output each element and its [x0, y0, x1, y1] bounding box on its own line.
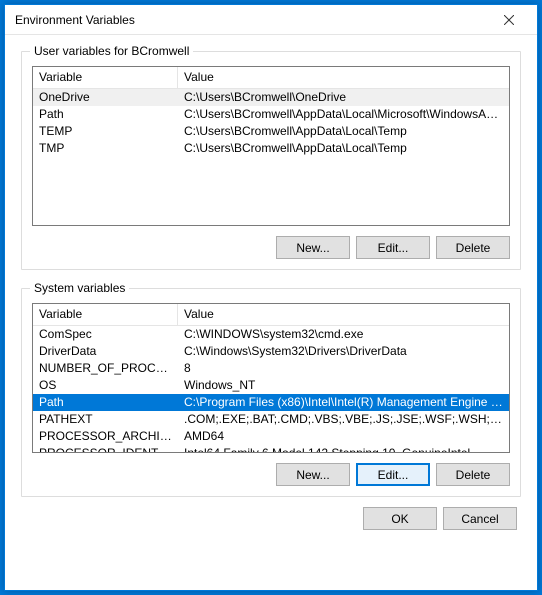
- table-row[interactable]: PROCESSOR_ARCHITECTURE AMD64: [33, 428, 509, 445]
- cell-variable: Path: [33, 394, 178, 411]
- system-variables-list[interactable]: Variable Value ComSpec C:\WINDOWS\system…: [32, 303, 510, 453]
- table-row[interactable]: TMP C:\Users\BCromwell\AppData\Local\Tem…: [33, 140, 509, 157]
- cell-value: C:\Users\BCromwell\AppData\Local\Temp: [178, 123, 509, 140]
- col-variable[interactable]: Variable: [33, 304, 178, 325]
- cell-value: .COM;.EXE;.BAT;.CMD;.VBS;.VBE;.JS;.JSE;.…: [178, 411, 509, 428]
- cell-value: C:\Users\BCromwell\AppData\Local\Microso…: [178, 106, 509, 123]
- user-delete-button[interactable]: Delete: [436, 236, 510, 259]
- cell-value: C:\Users\BCromwell\AppData\Local\Temp: [178, 140, 509, 157]
- system-group-label: System variables: [30, 281, 129, 295]
- table-row[interactable]: Path C:\Program Files (x86)\Intel\Intel(…: [33, 394, 509, 411]
- cell-value: C:\Windows\System32\Drivers\DriverData: [178, 343, 509, 360]
- cell-value: C:\Users\BCromwell\OneDrive: [178, 89, 509, 106]
- cell-value: C:\Program Files (x86)\Intel\Intel(R) Ma…: [178, 394, 509, 411]
- cell-value: Intel64 Family 6 Model 142 Stepping 10, …: [178, 445, 509, 453]
- ok-button[interactable]: OK: [363, 507, 437, 530]
- cell-variable: ComSpec: [33, 326, 178, 343]
- user-variables-group: User variables for BCromwell Variable Va…: [21, 51, 521, 270]
- system-new-button[interactable]: New...: [276, 463, 350, 486]
- table-row[interactable]: PROCESSOR_IDENTIFIER Intel64 Family 6 Mo…: [33, 445, 509, 453]
- user-list-header: Variable Value: [33, 67, 509, 89]
- cell-variable: PROCESSOR_ARCHITECTURE: [33, 428, 178, 445]
- col-variable[interactable]: Variable: [33, 67, 178, 88]
- cell-variable: Path: [33, 106, 178, 123]
- table-row[interactable]: DriverData C:\Windows\System32\Drivers\D…: [33, 343, 509, 360]
- cell-variable: NUMBER_OF_PROCESSORS: [33, 360, 178, 377]
- cell-variable: OS: [33, 377, 178, 394]
- system-list-header: Variable Value: [33, 304, 509, 326]
- user-edit-button[interactable]: Edit...: [356, 236, 430, 259]
- close-button[interactable]: [489, 5, 529, 35]
- table-row[interactable]: OneDrive C:\Users\BCromwell\OneDrive: [33, 89, 509, 106]
- table-row[interactable]: NUMBER_OF_PROCESSORS 8: [33, 360, 509, 377]
- col-value[interactable]: Value: [178, 67, 509, 88]
- table-row[interactable]: Path C:\Users\BCromwell\AppData\Local\Mi…: [33, 106, 509, 123]
- system-button-row: New... Edit... Delete: [32, 463, 510, 486]
- user-new-button[interactable]: New...: [276, 236, 350, 259]
- close-icon: [504, 15, 514, 25]
- cell-variable: TEMP: [33, 123, 178, 140]
- cell-variable: TMP: [33, 140, 178, 157]
- system-delete-button[interactable]: Delete: [436, 463, 510, 486]
- system-variables-group: System variables Variable Value ComSpec …: [21, 288, 521, 497]
- cell-variable: PATHEXT: [33, 411, 178, 428]
- table-row[interactable]: ComSpec C:\WINDOWS\system32\cmd.exe: [33, 326, 509, 343]
- window-title: Environment Variables: [15, 13, 489, 27]
- dialog-button-row: OK Cancel: [21, 497, 521, 532]
- cell-variable: DriverData: [33, 343, 178, 360]
- cell-value: Windows_NT: [178, 377, 509, 394]
- system-edit-button[interactable]: Edit...: [356, 463, 430, 486]
- table-row[interactable]: PATHEXT .COM;.EXE;.BAT;.CMD;.VBS;.VBE;.J…: [33, 411, 509, 428]
- titlebar: Environment Variables: [5, 5, 537, 35]
- col-value[interactable]: Value: [178, 304, 509, 325]
- cell-value: C:\WINDOWS\system32\cmd.exe: [178, 326, 509, 343]
- cancel-button[interactable]: Cancel: [443, 507, 517, 530]
- dialog-content: User variables for BCromwell Variable Va…: [5, 35, 537, 590]
- cell-variable: OneDrive: [33, 89, 178, 106]
- user-button-row: New... Edit... Delete: [32, 236, 510, 259]
- user-group-label: User variables for BCromwell: [30, 44, 193, 58]
- table-row[interactable]: OS Windows_NT: [33, 377, 509, 394]
- table-row[interactable]: TEMP C:\Users\BCromwell\AppData\Local\Te…: [33, 123, 509, 140]
- cell-variable: PROCESSOR_IDENTIFIER: [33, 445, 178, 453]
- cell-value: 8: [178, 360, 509, 377]
- dialog-window: Environment Variables User variables for…: [4, 4, 538, 591]
- cell-value: AMD64: [178, 428, 509, 445]
- user-variables-list[interactable]: Variable Value OneDrive C:\Users\BCromwe…: [32, 66, 510, 226]
